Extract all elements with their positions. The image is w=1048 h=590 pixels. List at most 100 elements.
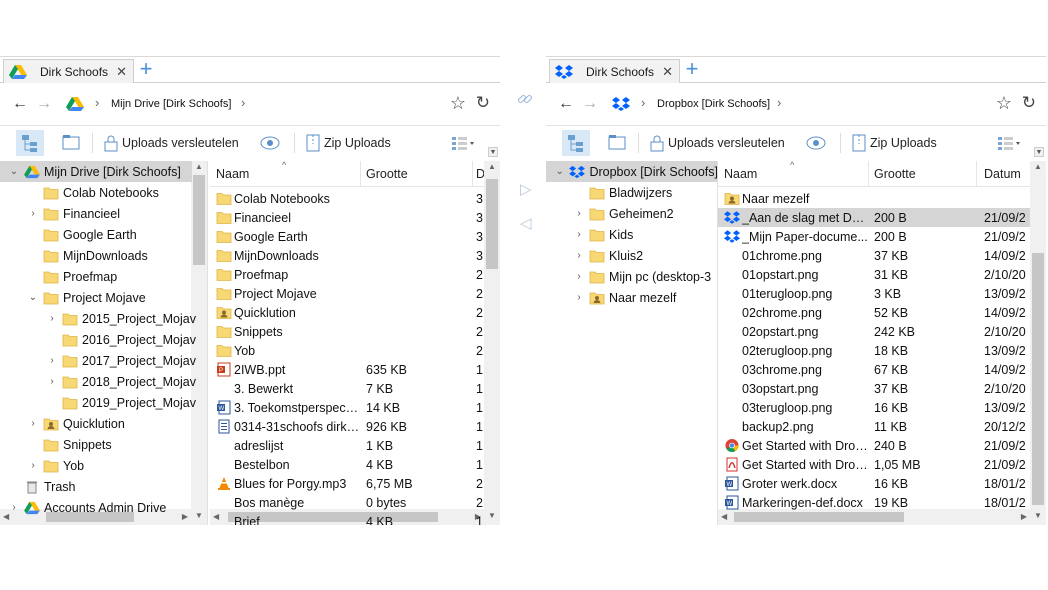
file-row[interactable]: 0314-31schoofs dirk.j... 926 KB 1 (210, 417, 484, 436)
file-row[interactable]: 02chrome.png 52 KB 14/09/2 (718, 303, 1030, 322)
tree-item[interactable]: › Naar mezelf (546, 287, 676, 308)
file-row[interactable]: Blues for Porgy.mp3 6,75 MB 2 (210, 474, 484, 493)
file-row[interactable]: backup2.png 11 KB 20/12/2 (718, 417, 1030, 436)
zip-uploads-button[interactable]: Zip Uploads (302, 130, 391, 156)
file-row[interactable]: Financieel 3 (210, 208, 484, 227)
file-row[interactable]: W Markeringen-def.docx 19 KB 18/01/2 (718, 493, 1030, 512)
file-row[interactable]: 03opstart.png 37 KB 2/10/20 (718, 379, 1030, 398)
file-row[interactable]: P 2IWB.ppt 635 KB 1 (210, 360, 484, 379)
file-row[interactable]: 02terugloop.png 18 KB 13/09/2 (718, 341, 1030, 360)
tree-item[interactable]: › Accounts Admin Drive (0, 497, 166, 518)
back-icon[interactable]: ← (558, 95, 574, 113)
sync-button[interactable] (804, 130, 828, 156)
toolbar-scroll-down[interactable]: ▼ (488, 147, 498, 157)
tree-item[interactable]: Proefmap (0, 266, 117, 287)
breadcrumb[interactable]: Mijn Drive [Dirk Schoofs] (111, 98, 231, 110)
tree-item[interactable]: ⌄ Project Mojave (0, 287, 146, 308)
toolbar-scroll-down[interactable]: ▼ (1034, 147, 1044, 157)
file-row[interactable]: W Groter werk.docx 16 KB 18/01/2 (718, 474, 1030, 493)
new-folder-button[interactable] (58, 130, 86, 156)
encrypt-uploads-button[interactable]: Uploads versleutelen (100, 130, 239, 156)
tree-item[interactable]: MijnDownloads (0, 245, 148, 266)
file-row[interactable]: 03terugloop.png 16 KB 13/09/2 (718, 398, 1030, 417)
zip-uploads-button[interactable]: Zip Uploads (848, 130, 937, 156)
refresh-icon[interactable]: ↻ (1022, 93, 1036, 113)
file-row[interactable]: _Aan de slag met Dro... 200 B 21/09/2 (718, 208, 1030, 227)
tree-item[interactable]: › Geheimen2 (546, 203, 673, 224)
file-row[interactable]: Yob 2 (210, 341, 484, 360)
file-row[interactable]: adreslijst 1 KB 1 (210, 436, 484, 455)
right-tab[interactable]: Dirk Schoofs ✕ (549, 59, 680, 83)
file-row[interactable]: 03chrome.png 67 KB 14/09/2 (718, 360, 1030, 379)
chevron-right-icon[interactable]: › (241, 95, 245, 110)
tree-item[interactable]: 2019_Project_Mojav (0, 392, 196, 413)
chevron-right-icon[interactable]: › (573, 292, 585, 303)
column-size[interactable]: Grootte (874, 167, 916, 181)
view-options-button[interactable] (994, 130, 1022, 156)
close-icon[interactable]: ✕ (116, 64, 127, 80)
chevron-right-icon[interactable]: › (777, 95, 781, 110)
tree-item[interactable]: Google Earth (0, 224, 137, 245)
forward-icon[interactable]: → (582, 95, 598, 113)
tree-item[interactable]: ⌄ Mijn Drive [Dirk Schoofs] (0, 161, 192, 182)
copy-right-icon[interactable]: ▷ (520, 180, 532, 198)
chevron-right-icon[interactable]: › (46, 355, 58, 366)
file-row[interactable]: 01chrome.png 37 KB 14/09/2 (718, 246, 1030, 265)
tree-item[interactable]: ⌄ Dropbox [Dirk Schoofs] (546, 161, 717, 182)
tree-item[interactable]: Snippets (0, 434, 112, 455)
chevron-right-icon[interactable]: › (27, 418, 39, 429)
tree-item[interactable]: Trash (0, 476, 76, 497)
new-folder-button[interactable] (604, 130, 632, 156)
chevron-down-icon[interactable]: ⌄ (554, 166, 565, 177)
file-row[interactable]: Brief 4 KB 1 (210, 512, 484, 526)
tree-item[interactable]: › Financieel (0, 203, 120, 224)
file-row[interactable]: Bos manège 0 bytes 2 (210, 493, 484, 512)
column-name[interactable]: Naam (216, 167, 249, 181)
files-vertical-scrollbar[interactable]: ▲ ▼ (1030, 161, 1046, 525)
file-row[interactable]: Colab Notebooks 3 (210, 189, 484, 208)
tree-item[interactable]: Colab Notebooks (0, 182, 159, 203)
chevron-down-icon[interactable]: ⌄ (27, 292, 39, 303)
tree-view-button[interactable] (16, 130, 44, 156)
tree-view-button[interactable] (562, 130, 590, 156)
file-row[interactable]: Google Earth 3 (210, 227, 484, 246)
tree-item[interactable]: › Mijn pc (desktop-3 (546, 266, 711, 287)
chevron-down-icon[interactable]: ⌄ (8, 166, 20, 177)
file-row[interactable]: 01opstart.png 31 KB 2/10/20 (718, 265, 1030, 284)
file-row[interactable]: 01terugloop.png 3 KB 13/09/2 (718, 284, 1030, 303)
file-row[interactable]: 02opstart.png 242 KB 2/10/20 (718, 322, 1030, 341)
tree-item[interactable]: 2016_Project_Mojav (0, 329, 196, 350)
back-icon[interactable]: ← (12, 95, 28, 113)
column-date[interactable]: Datum (984, 167, 1021, 181)
chevron-right-icon[interactable]: › (46, 376, 58, 387)
sync-button[interactable] (258, 130, 282, 156)
close-icon[interactable]: ✕ (662, 64, 673, 80)
file-row[interactable]: 3. Bewerkt 7 KB 1 (210, 379, 484, 398)
tree-item[interactable]: › 2018_Project_Mojav (0, 371, 196, 392)
forward-icon[interactable]: → (36, 95, 52, 113)
tree-item[interactable]: › 2015_Project_Mojav (0, 308, 196, 329)
files-vertical-scrollbar[interactable]: ▲ ▼ (484, 161, 500, 525)
tree-item[interactable]: › Yob (0, 455, 84, 476)
link-panes-icon[interactable] (516, 90, 534, 108)
column-size[interactable]: Grootte (366, 167, 408, 181)
chevron-right-icon[interactable]: › (573, 229, 585, 240)
file-row[interactable]: Project Mojave 2 (210, 284, 484, 303)
star-icon[interactable]: ☆ (996, 93, 1012, 114)
file-row[interactable]: Snippets 2 (210, 322, 484, 341)
tree-item[interactable]: › Quicklution (0, 413, 125, 434)
copy-left-icon[interactable]: ◁ (520, 214, 532, 232)
star-icon[interactable]: ☆ (450, 93, 466, 114)
tree-item[interactable]: › 2017_Project_Mojav (0, 350, 196, 371)
column-name[interactable]: Naam (724, 167, 757, 181)
chevron-right-icon[interactable]: › (8, 502, 20, 513)
file-row[interactable]: Quicklution 2 (210, 303, 484, 322)
chevron-right-icon[interactable]: › (573, 250, 585, 261)
chevron-right-icon[interactable]: › (27, 208, 39, 219)
breadcrumb[interactable]: Dropbox [Dirk Schoofs] (657, 98, 770, 110)
chevron-right-icon[interactable]: › (46, 313, 58, 324)
chevron-right-icon[interactable]: › (573, 208, 585, 219)
new-tab-button[interactable]: + (682, 58, 702, 82)
file-row[interactable]: Proefmap 2 (210, 265, 484, 284)
chevron-right-icon[interactable]: › (27, 460, 39, 471)
